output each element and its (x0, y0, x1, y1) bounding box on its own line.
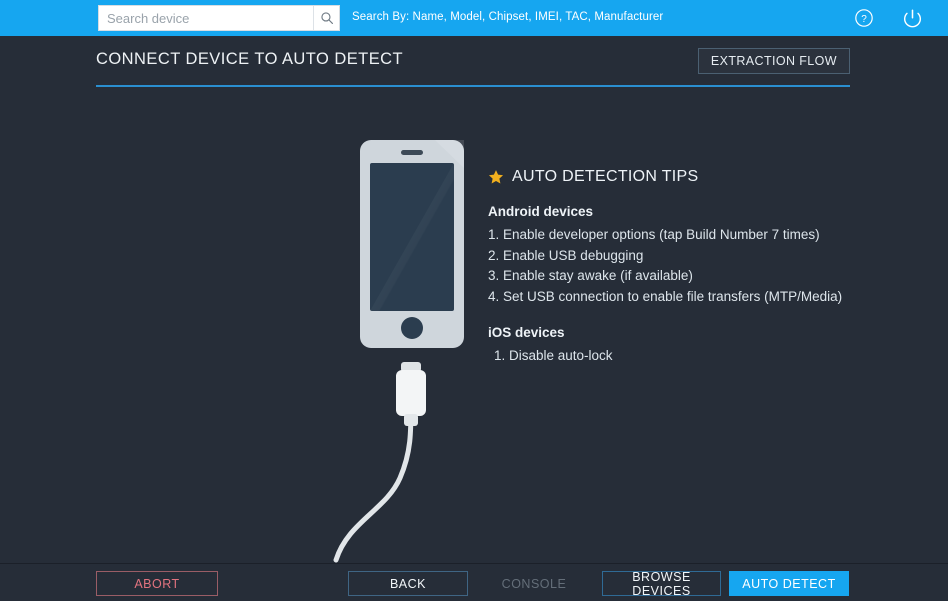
tips-heading-text: AUTO DETECTION TIPS (512, 168, 699, 185)
device-illustration (300, 130, 490, 570)
top-bar: Search By: Name, Model, Chipset, IMEI, T… (0, 0, 948, 36)
list-item: 3. Enable stay awake (if available) (488, 268, 693, 283)
list-item: 2. Enable USB debugging (488, 247, 644, 263)
abort-button[interactable]: ABORT (96, 571, 218, 596)
smartphone-illustration (333, 140, 464, 563)
auto-detection-tips-panel: AUTO DETECTION TIPS Android devices 1. E… (488, 168, 908, 385)
search-button[interactable] (313, 6, 339, 30)
star-icon (488, 170, 504, 184)
phone-home-button (401, 317, 423, 339)
app-window: Search By: Name, Model, Chipset, IMEI, T… (0, 0, 948, 601)
tips-section-title: iOS devices (488, 325, 565, 340)
browse-devices-button[interactable]: BROWSE DEVICES (602, 570, 721, 598)
svg-text:?: ? (861, 14, 867, 25)
extraction-flow-button[interactable]: EXTRACTION FLOW (697, 48, 850, 74)
search-input[interactable] (99, 6, 313, 30)
usb-connector-body (396, 370, 426, 416)
power-icon (903, 9, 921, 27)
help-circle-icon: ? (855, 9, 873, 27)
header-divider (96, 85, 850, 87)
tips-section-android: Android devices 1. Enable developer opti… (488, 204, 908, 307)
list-item: 1. Disable auto-lock (494, 348, 613, 363)
search-hint-text: Search By: Name, Model, Chipset, IMEI, T… (352, 11, 664, 23)
list-item: 1. Enable developer options (tap Build N… (488, 227, 820, 242)
help-button[interactable]: ? (852, 6, 876, 30)
search-box[interactable] (98, 5, 340, 31)
tips-list-android: 1. Enable developer options (tap Build N… (488, 225, 908, 307)
tips-heading: AUTO DETECTION TIPS (488, 168, 908, 186)
phone-speaker (401, 150, 423, 155)
tips-section-title: Android devices (488, 204, 594, 219)
power-button[interactable] (900, 6, 924, 30)
search-icon (320, 12, 333, 24)
tips-list-ios: 1. Disable auto-lock (488, 346, 908, 367)
tips-section-ios: iOS devices 1. Disable auto-lock (488, 325, 908, 367)
auto-detect-button[interactable]: AUTO DETECT (729, 571, 849, 596)
console-button: CONSOLE (476, 571, 592, 596)
usb-connector-neck (404, 414, 418, 426)
footer-bar: ABORT BACK CONSOLE BROWSE DEVICES AUTO D… (0, 563, 948, 601)
list-item: 4. Set USB connection to enable file tra… (488, 288, 843, 304)
page-header: CONNECT DEVICE TO AUTO DETECT EXTRACTION… (96, 44, 850, 88)
back-button[interactable]: BACK (348, 571, 468, 596)
topbar-icon-group: ? (852, 0, 948, 36)
usb-cable-icon (333, 389, 414, 563)
